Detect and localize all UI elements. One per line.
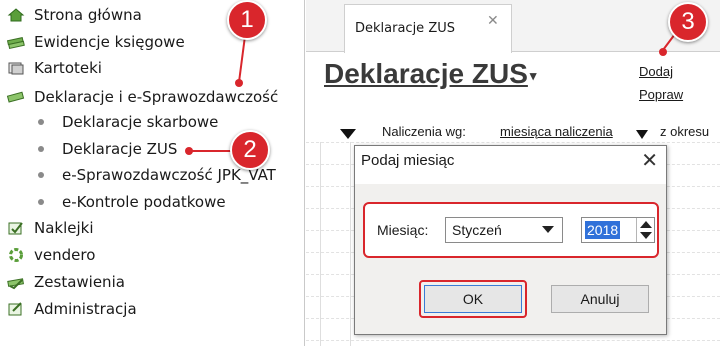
- sidebar-subitem-label: e-Kontrole podatkowe: [62, 193, 226, 211]
- tab-zus-declarations[interactable]: Deklaracje ZUS ✕: [344, 4, 512, 53]
- close-icon[interactable]: ✕: [641, 148, 658, 172]
- year-value[interactable]: 2018: [585, 221, 621, 239]
- sidebar-item-label: Kartoteki: [34, 59, 102, 77]
- bullet-icon: [38, 172, 44, 178]
- books-icon: [6, 34, 26, 50]
- dialog-title: Podaj miesiąc: [361, 152, 455, 169]
- sidebar-item-ledgers[interactable]: Ewidencje księgowe: [6, 31, 185, 53]
- sidebar-subitem-tax-declarations[interactable]: Deklaracje skarbowe: [38, 111, 218, 133]
- filter-menu-caret-icon[interactable]: [340, 127, 356, 142]
- sidebar-item-reports[interactable]: Zestawienia: [6, 271, 125, 293]
- increment-icon[interactable]: [640, 221, 652, 228]
- tab-label: Deklaracje ZUS: [355, 21, 455, 36]
- bullet-icon: [38, 199, 44, 205]
- month-select-value: Styczeń: [452, 222, 502, 238]
- close-icon[interactable]: ✕: [487, 13, 499, 29]
- sidebar-subitem-label: Deklaracje ZUS: [62, 140, 178, 158]
- sidebar-subitem-tax-controls[interactable]: e-Kontrole podatkowe: [38, 191, 226, 213]
- filter-value-select[interactable]: miesiąca naliczenia: [500, 124, 613, 139]
- sidebar-item-label: Naklejki: [34, 219, 94, 237]
- tab-strip: Deklaracje ZUS ✕: [306, 0, 720, 53]
- month-dialog: Podaj miesiąc ✕ Miesiąc: Styczeń 2018 OK…: [354, 145, 667, 335]
- period-label: z okresu: [660, 124, 710, 139]
- callout-badge-3: 3: [668, 2, 708, 42]
- decrement-icon[interactable]: [640, 232, 652, 239]
- year-stepper-buttons: [636, 218, 654, 242]
- month-field-highlight: Miesiąc: Styczeń 2018: [363, 202, 659, 258]
- edit-link[interactable]: Popraw: [639, 87, 683, 102]
- sidebar-item-home[interactable]: Strona główna: [6, 4, 142, 26]
- sidebar-item-records[interactable]: Kartoteki: [6, 57, 102, 79]
- ok-button[interactable]: OK: [424, 285, 522, 313]
- sidebar: Strona główna Ewidencje księgowe Kartote…: [0, 0, 305, 346]
- declarations-icon: [6, 89, 26, 105]
- month-field-label: Miesiąc:: [377, 222, 429, 238]
- chevron-down-icon[interactable]: [636, 127, 648, 142]
- bullet-icon: [38, 119, 44, 125]
- label-icon: [6, 220, 26, 236]
- sidebar-item-label: Administracja: [34, 300, 137, 318]
- callout-badge-1: 1: [227, 0, 267, 40]
- admin-icon: [6, 301, 26, 317]
- sidebar-item-labels[interactable]: Naklejki: [6, 217, 94, 239]
- dialog-body: Miesiąc: Styczeń 2018 OK Anuluj: [355, 184, 666, 334]
- filter-label: Naliczenia wg:: [382, 124, 466, 139]
- month-select[interactable]: Styczeń: [445, 217, 563, 243]
- cancel-button[interactable]: Anuluj: [551, 285, 649, 313]
- callout-pointer: [235, 79, 243, 87]
- sidebar-item-administration[interactable]: Administracja: [6, 298, 137, 320]
- sidebar-item-label: vendero: [34, 246, 96, 264]
- sidebar-item-declarations[interactable]: Deklaracje i e-Sprawozdawczość: [6, 86, 278, 108]
- page-title-text: Deklaracje ZUS: [324, 58, 528, 89]
- chevron-down-icon: ▾: [529, 67, 537, 83]
- sidebar-item-label: Ewidencje księgowe: [34, 33, 185, 51]
- add-link[interactable]: Dodaj: [639, 64, 673, 79]
- home-icon: [6, 7, 26, 23]
- cards-icon: [6, 60, 26, 76]
- page-title[interactable]: Deklaracje ZUS ▾: [324, 58, 536, 90]
- filter-row: Naliczenia wg: miesiąca naliczenia z okr…: [306, 122, 720, 142]
- chevron-down-icon: [542, 226, 554, 233]
- bullet-icon: [38, 146, 44, 152]
- sidebar-item-label: Strona główna: [34, 6, 142, 24]
- callout-badge-2: 2: [230, 130, 270, 170]
- sidebar-subitem-zus-declarations[interactable]: Deklaracje ZUS: [38, 138, 177, 160]
- sidebar-subitem-label: Deklaracje skarbowe: [62, 113, 219, 131]
- year-stepper[interactable]: 2018: [581, 217, 655, 243]
- callout-pointer: [659, 48, 667, 56]
- sidebar-item-vendero[interactable]: vendero: [6, 244, 95, 266]
- sidebar-item-label: Deklaracje i e-Sprawozdawczość: [34, 88, 279, 106]
- callout-pointer: [185, 147, 193, 155]
- vendero-icon: [6, 247, 26, 263]
- sidebar-item-label: Zestawienia: [34, 273, 125, 291]
- reports-icon: [6, 274, 26, 290]
- ok-button-highlight: OK: [419, 280, 527, 318]
